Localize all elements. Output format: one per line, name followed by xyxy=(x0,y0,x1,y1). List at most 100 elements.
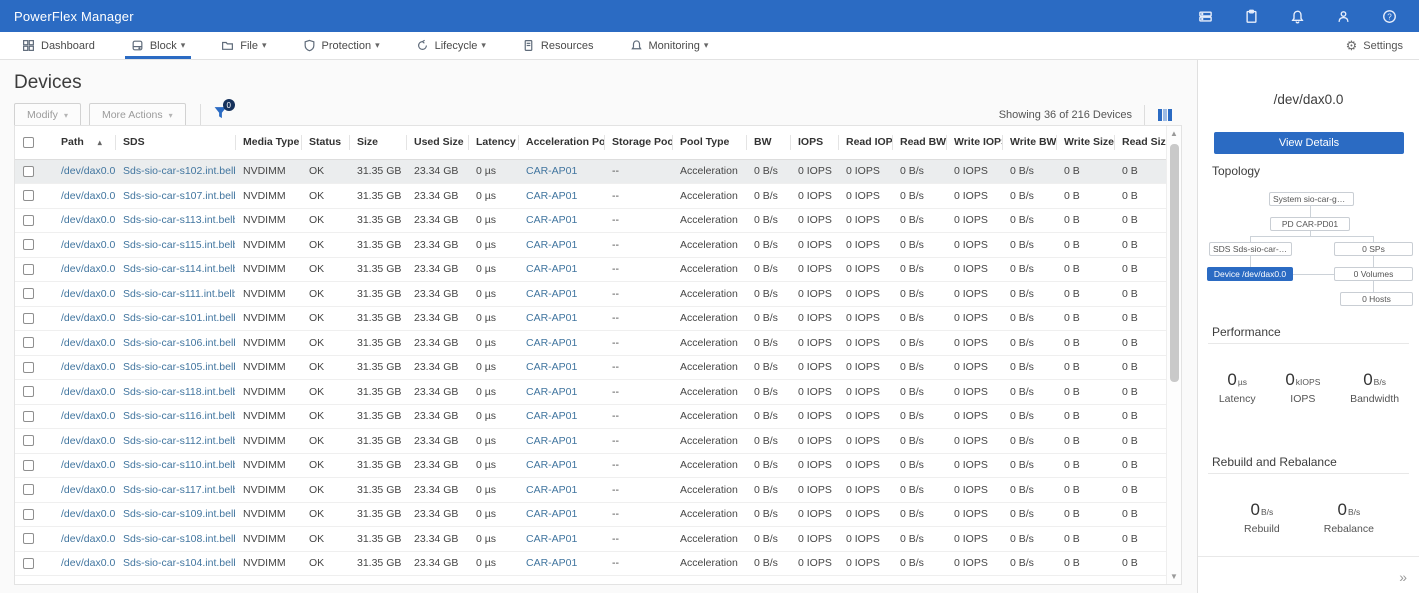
table-row[interactable]: /dev/dax0.0Sds-sio-car-s117.int.belbone.… xyxy=(15,478,1166,503)
cell-path[interactable]: /dev/dax0.0 xyxy=(53,551,115,576)
sds-link[interactable]: Sds-sio-car-s113.int.belbone.be xyxy=(123,214,235,226)
column-header-iops[interactable]: IOPS xyxy=(790,126,838,159)
table-row[interactable]: /dev/dax0.0Sds-sio-car-s110.int.belbone.… xyxy=(15,453,1166,478)
rack-icon[interactable] xyxy=(1197,8,1213,24)
cell-sds[interactable]: Sds-sio-car-s113.int.belbone.be xyxy=(115,208,235,233)
table-scrollbar[interactable]: ▲ ▼ xyxy=(1166,126,1181,584)
column-header-read_iops[interactable]: Read IOPS xyxy=(838,126,892,159)
topology-node-system[interactable]: System sio-car-gw-1 xyxy=(1269,192,1354,206)
row-checkbox[interactable] xyxy=(23,362,34,373)
path-link[interactable]: /dev/dax0.0 xyxy=(61,410,115,422)
nav-item-block[interactable]: Block▾ xyxy=(117,32,207,59)
cell-path[interactable]: /dev/dax0.0 xyxy=(53,355,115,380)
path-link[interactable]: /dev/dax0.0 xyxy=(61,312,115,324)
nav-item-protection[interactable]: Protection▾ xyxy=(289,32,402,59)
cell-path[interactable]: /dev/dax0.0 xyxy=(53,527,115,552)
cell-acceleration_pool[interactable]: CAR-AP01 xyxy=(518,502,604,527)
acceleration_pool-link[interactable]: CAR-AP01 xyxy=(526,361,577,373)
row-checkbox[interactable] xyxy=(23,190,34,201)
cell-path[interactable]: /dev/dax0.0 xyxy=(53,331,115,356)
cell-sds[interactable]: Sds-sio-car-s102.int.belbone.be xyxy=(115,159,235,184)
sds-link[interactable]: Sds-sio-car-s104.int.belbone.be xyxy=(123,557,235,569)
cell-sds[interactable]: Sds-sio-car-s111.int.belbone.be xyxy=(115,282,235,307)
acceleration_pool-link[interactable]: CAR-AP01 xyxy=(526,533,577,545)
cell-path[interactable]: /dev/dax0.0 xyxy=(53,453,115,478)
row-checkbox[interactable] xyxy=(23,166,34,177)
table-row[interactable]: /dev/dax0.0 Sds-sio-car-s104.int.belbone.… xyxy=(15,551,1166,576)
cell-sds[interactable]: Sds-sio-car-s109.int.belbone.be xyxy=(115,502,235,527)
cell-path[interactable]: /dev/dax0.0 xyxy=(53,233,115,258)
cell-acceleration_pool[interactable]: CAR-AP01 xyxy=(518,453,604,478)
modify-button[interactable]: Modify ▾ xyxy=(14,103,81,127)
path-link[interactable]: /dev/dax0.0 xyxy=(61,557,115,569)
sds-link[interactable]: Sds-sio-car-s114.int.belbone.be xyxy=(123,263,235,275)
cell-acceleration_pool[interactable]: CAR-AP01 xyxy=(518,478,604,503)
cell-sds[interactable]: Sds-sio-car-s116.int.belbone.be xyxy=(115,404,235,429)
filter-button[interactable]: 0 xyxy=(213,105,228,125)
cell-sds[interactable]: Sds-sio-car-s104.int.belbone.be xyxy=(115,551,235,576)
acceleration_pool-link[interactable]: CAR-AP01 xyxy=(526,508,577,520)
table-row[interactable]: /dev/dax0.0 Sds-sio-car-s108.int.belbone.… xyxy=(15,527,1166,552)
cell-acceleration_pool[interactable]: CAR-AP01 xyxy=(518,159,604,184)
cell-path[interactable]: /dev/dax0.0 xyxy=(53,282,115,307)
row-checkbox[interactable] xyxy=(23,558,34,569)
column-header-status[interactable]: Status xyxy=(301,126,349,159)
column-settings-button[interactable] xyxy=(1157,108,1173,122)
path-link[interactable]: /dev/dax0.0 xyxy=(61,214,115,226)
path-link[interactable]: /dev/dax0.0 xyxy=(61,459,115,471)
nav-item-file[interactable]: File▾ xyxy=(207,32,288,59)
path-link[interactable]: /dev/dax0.0 xyxy=(61,533,115,545)
cell-acceleration_pool[interactable]: CAR-AP01 xyxy=(518,282,604,307)
cell-sds[interactable]: Sds-sio-car-s108.int.belbone.be xyxy=(115,527,235,552)
row-checkbox[interactable] xyxy=(23,411,34,422)
scroll-down-arrow[interactable]: ▼ xyxy=(1167,572,1181,581)
table-row[interactable]: /dev/dax0.0Sds-sio-car-s102.int.belbone.… xyxy=(15,159,1166,184)
topology-node-hosts[interactable]: 0 Hosts xyxy=(1340,292,1413,306)
cell-path[interactable]: /dev/dax0.0 xyxy=(53,502,115,527)
row-checkbox[interactable] xyxy=(23,239,34,250)
table-row[interactable]: /dev/dax0.0Sds-sio-car-s112.int.belbone.… xyxy=(15,429,1166,454)
acceleration_pool-link[interactable]: CAR-AP01 xyxy=(526,386,577,398)
column-header-latency[interactable]: Latency xyxy=(468,126,518,159)
cell-sds[interactable]: Sds-sio-car-s106.int.belbone.be xyxy=(115,331,235,356)
cell-path[interactable]: /dev/dax0.0 xyxy=(53,429,115,454)
sds-link[interactable]: Sds-sio-car-s115.int.belbone.be xyxy=(123,239,235,251)
table-row[interactable]: /dev/dax0.0Sds-sio-car-s105.int.belbone.… xyxy=(15,355,1166,380)
cell-acceleration_pool[interactable]: CAR-AP01 xyxy=(518,404,604,429)
path-link[interactable]: /dev/dax0.0 xyxy=(61,337,115,349)
path-link[interactable]: /dev/dax0.0 xyxy=(61,239,115,251)
column-header-write_bw[interactable]: Write BW xyxy=(1002,126,1056,159)
row-checkbox[interactable] xyxy=(23,509,34,520)
cell-path[interactable]: /dev/dax0.0 xyxy=(53,306,115,331)
row-checkbox[interactable] xyxy=(23,484,34,495)
cell-sds[interactable]: Sds-sio-car-s114.int.belbone.be xyxy=(115,257,235,282)
nav-item-dashboard[interactable]: Dashboard xyxy=(8,32,117,59)
topology-node-volumes[interactable]: 0 Volumes xyxy=(1334,267,1413,281)
column-header-media_type[interactable]: Media Type xyxy=(235,126,301,159)
topology-node-sds[interactable]: SDS Sds-sio-car-s102... xyxy=(1209,242,1292,256)
column-header-acceleration_pool[interactable]: Acceleration Pool xyxy=(518,126,604,159)
acceleration_pool-link[interactable]: CAR-AP01 xyxy=(526,214,577,226)
nav-item-monitoring[interactable]: Monitoring▾ xyxy=(616,32,731,59)
notifications-bell-icon[interactable] xyxy=(1289,8,1305,24)
row-checkbox[interactable] xyxy=(23,288,34,299)
cell-path[interactable]: /dev/dax0.0 xyxy=(53,404,115,429)
table-row[interactable]: /dev/dax0.0 Sds-sio-car-s101.int.belbone.… xyxy=(15,306,1166,331)
cell-path[interactable]: /dev/dax0.0 xyxy=(53,478,115,503)
help-icon[interactable]: ? xyxy=(1381,8,1397,24)
cell-acceleration_pool[interactable]: CAR-AP01 xyxy=(518,184,604,209)
acceleration_pool-link[interactable]: CAR-AP01 xyxy=(526,288,577,300)
cell-acceleration_pool[interactable]: CAR-AP01 xyxy=(518,208,604,233)
settings-button[interactable]: ⚙ Settings xyxy=(1346,32,1419,59)
cell-sds[interactable]: Sds-sio-car-s110.int.belbone.be xyxy=(115,453,235,478)
sds-link[interactable]: Sds-sio-car-s108.int.belbone.be xyxy=(123,533,235,545)
cell-path[interactable]: /dev/dax0.0 xyxy=(53,380,115,405)
nav-item-lifecycle[interactable]: Lifecycle▾ xyxy=(402,32,508,59)
sds-link[interactable]: Sds-sio-car-s102.int.belbone.be xyxy=(123,165,235,177)
row-checkbox[interactable] xyxy=(23,533,34,544)
scroll-up-arrow[interactable]: ▲ xyxy=(1167,129,1181,138)
acceleration_pool-link[interactable]: CAR-AP01 xyxy=(526,165,577,177)
sds-link[interactable]: Sds-sio-car-s101.int.belbone.be xyxy=(123,312,235,324)
table-row[interactable]: /dev/dax0.0Sds-sio-car-s107.int.belbone.… xyxy=(15,184,1166,209)
select-all-checkbox[interactable] xyxy=(23,137,34,148)
